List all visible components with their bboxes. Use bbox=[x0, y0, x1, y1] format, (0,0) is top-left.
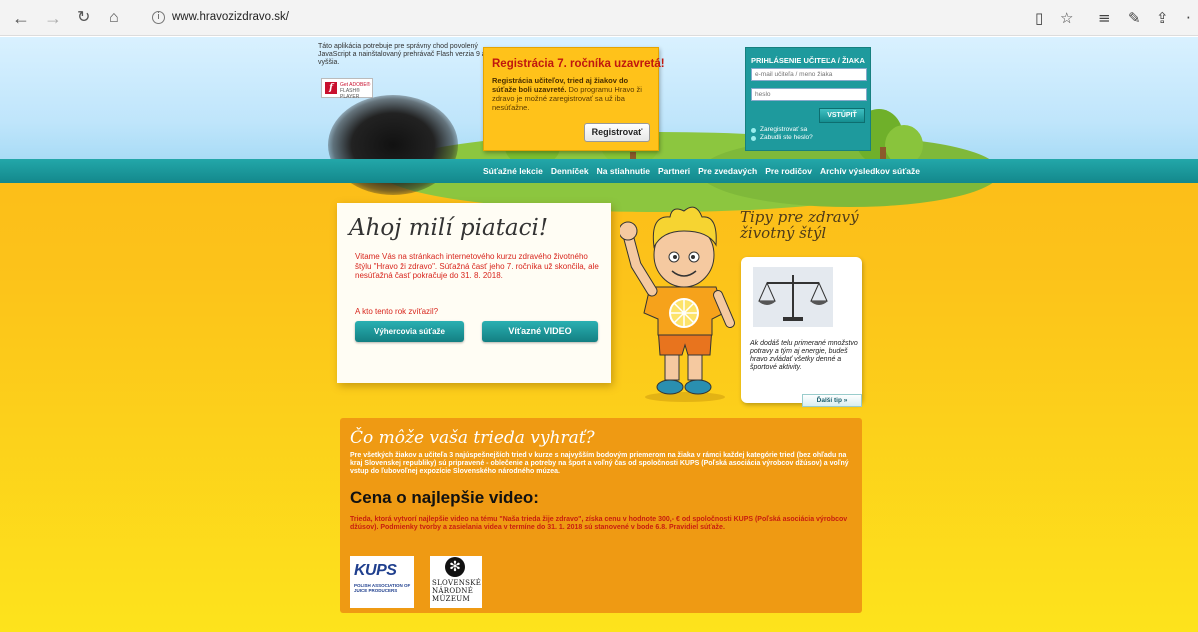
museum-emblem-icon: ✻ bbox=[445, 557, 465, 577]
boy-mascot-illustration bbox=[620, 206, 735, 402]
main-nav: Súťažné lekcie Denníček Na stiahnutie Pa… bbox=[0, 159, 1198, 183]
browser-toolbar: ← → ↻ ⌂ i www.hravozizdravo.sk/ ▯ ☆ ≡ ✎ … bbox=[0, 0, 1198, 36]
login-submit-button[interactable]: VSTÚPIŤ bbox=[819, 108, 865, 123]
address-bar[interactable]: www.hravozizdravo.sk/ bbox=[172, 11, 289, 23]
register-link[interactable]: Zaregistrovať sa bbox=[760, 126, 807, 133]
notes-icon[interactable]: ✎ bbox=[1128, 9, 1141, 27]
login-panel: PRIHLÁSENIE UČITEĽA / ŽIAKA VSTÚPIŤ Zare… bbox=[745, 47, 871, 151]
more-icon[interactable]: · bbox=[1186, 9, 1191, 27]
prize-title: Čo môže vaša trieda vyhrať? bbox=[350, 428, 595, 448]
nav-item-parents[interactable]: Pre rodičov bbox=[765, 166, 812, 176]
next-tip-button[interactable]: Ďalší tip » bbox=[802, 394, 862, 407]
welcome-card: Ahoj milí piataci! Vitame Vás na stránka… bbox=[337, 203, 611, 383]
tips-title: Tipy pre zdravý životný štýl bbox=[740, 208, 859, 242]
email-username-input[interactable] bbox=[751, 68, 867, 81]
home-icon[interactable]: ⌂ bbox=[109, 9, 119, 27]
kups-logo[interactable]: KUPS POLISH ASSOCIATION OF JUICE PRODUCE… bbox=[350, 556, 414, 608]
info-icon[interactable]: i bbox=[152, 11, 165, 24]
bullet-icon bbox=[751, 136, 756, 141]
nav-item-partners[interactable]: Partneri bbox=[658, 166, 690, 176]
slovak-national-museum-logo[interactable]: ✻ SLOVENSKÉ NÁRODNÉ MÚZEUM bbox=[430, 556, 482, 608]
favorites-icon[interactable]: ≡ bbox=[1098, 9, 1111, 27]
nav-item-downloads[interactable]: Na stiahnutie bbox=[597, 166, 650, 176]
forward-icon[interactable]: → bbox=[44, 9, 62, 27]
nav-item-results-archive[interactable]: Archív výsledkov súťaže bbox=[820, 166, 920, 176]
login-title: PRIHLÁSENIE UČITEĽA / ŽIAKA bbox=[751, 56, 865, 65]
winning-video-button[interactable]: Víťazné VIDEO bbox=[482, 321, 598, 342]
nav-item-diary[interactable]: Denníček bbox=[551, 166, 589, 176]
favorite-star-icon[interactable]: ☆ bbox=[1060, 9, 1073, 27]
bullet-icon bbox=[751, 128, 756, 133]
tip-text: Ak dodáš telu primerané množstvo potravy… bbox=[750, 340, 858, 371]
welcome-title: Ahoj milí piataci! bbox=[349, 215, 549, 241]
prize-text: Pre všetkých žiakov a učiteľa 3 najúspeš… bbox=[350, 452, 849, 475]
password-input[interactable] bbox=[751, 88, 867, 101]
share-icon[interactable]: ⇪ bbox=[1156, 9, 1169, 27]
flash-logo-icon: f bbox=[325, 82, 337, 94]
winners-button[interactable]: Výhercovia súťaže bbox=[355, 321, 464, 342]
reading-view-icon[interactable]: ▯ bbox=[1035, 9, 1043, 27]
welcome-text: Vitame Vás na stránkach internetového ku… bbox=[355, 252, 599, 280]
scales-icon bbox=[753, 267, 833, 327]
prize-panel: Čo môže vaša trieda vyhrať? Pre všetkých… bbox=[340, 418, 862, 613]
tip-card: Ak dodáš telu primerané množstvo potravy… bbox=[741, 257, 862, 403]
registration-title: Registrácia 7. ročníka uzavretá! bbox=[492, 58, 665, 70]
nav-item-lessons[interactable]: Súťažné lekcie bbox=[483, 166, 543, 176]
refresh-icon[interactable]: ↻ bbox=[77, 9, 90, 27]
register-button[interactable]: Registrovať bbox=[584, 123, 650, 142]
back-icon[interactable]: ← bbox=[12, 9, 30, 27]
flash-required-message: Táto aplikácia potrebuje pre správny cho… bbox=[318, 43, 486, 66]
get-flash-player-badge[interactable]: f Get ADOBE® FLASH® PLAYER bbox=[321, 78, 373, 100]
video-prize-heading: Cena o najlepšie video: bbox=[350, 488, 539, 507]
forgot-password-link[interactable]: Zabudli ste heslo? bbox=[760, 134, 813, 141]
web-page: Táto aplikácia potrebuje pre správny cho… bbox=[0, 37, 1198, 632]
nav-item-curious[interactable]: Pre zvedavých bbox=[698, 166, 757, 176]
video-prize-text: Trieda, ktorá vytvorí najlepšie video na… bbox=[350, 516, 848, 531]
registration-text: Registrácia učiteľov, tried aj žiakov do… bbox=[492, 76, 642, 112]
winners-question: A kto tento rok zvíťazil? bbox=[355, 307, 439, 316]
